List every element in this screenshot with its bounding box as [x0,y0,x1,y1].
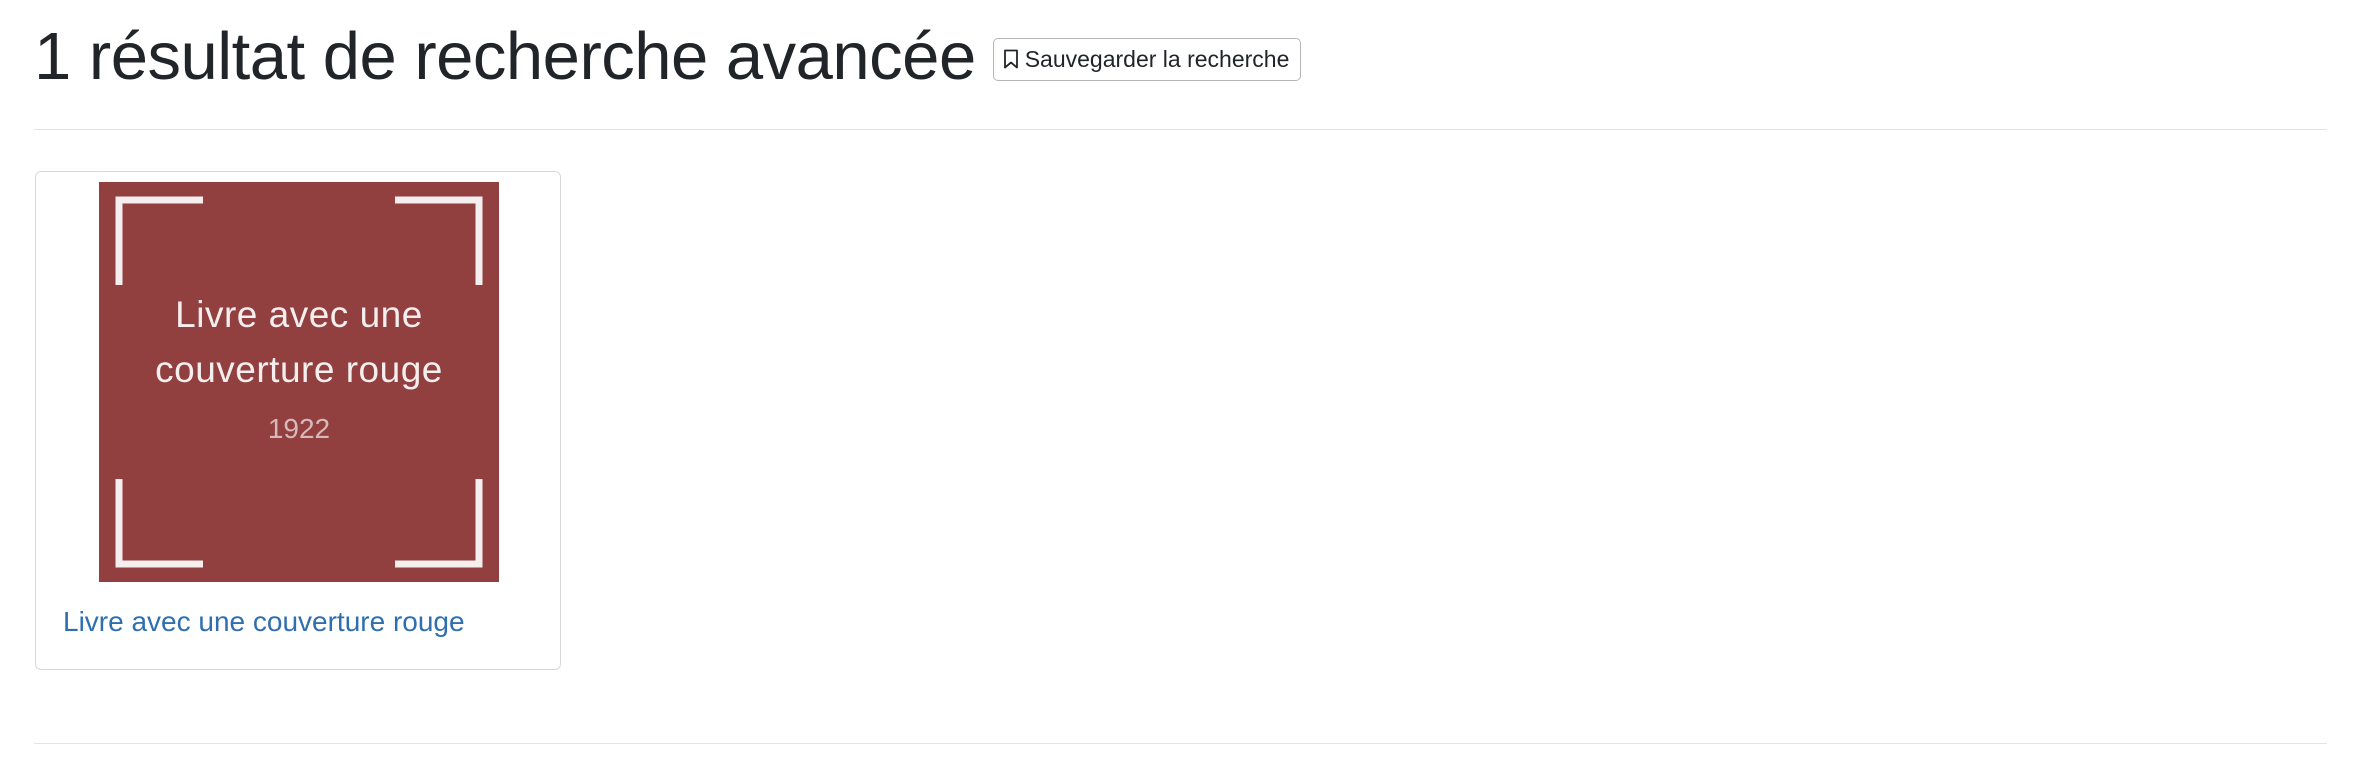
save-search-button[interactable]: Sauvegarder la recherche [992,37,1302,81]
save-search-label: Sauvegarder la recherche [1024,45,1290,72]
bookmark-icon [1003,49,1019,69]
results-header: 1 résultat de recherche avancée Sauvegar… [34,14,1302,98]
result-thumbnail[interactable]: Livre avec une couverture rouge 1922 [99,182,499,582]
cover-title-line-2: couverture rouge [155,349,443,390]
footer-divider [34,743,2327,744]
cover-year: 1922 [267,413,331,444]
header-divider [34,129,2327,130]
result-card: Livre avec une couverture rouge 1922 Liv… [35,171,561,670]
page-title: 1 résultat de recherche avancée [34,18,976,94]
cover-title-line-1: Livre avec une [175,294,423,335]
result-title-link[interactable]: Livre avec une couverture rouge [63,606,465,638]
search-results-page: 1 résultat de recherche avancée Sauvegar… [0,0,2366,766]
